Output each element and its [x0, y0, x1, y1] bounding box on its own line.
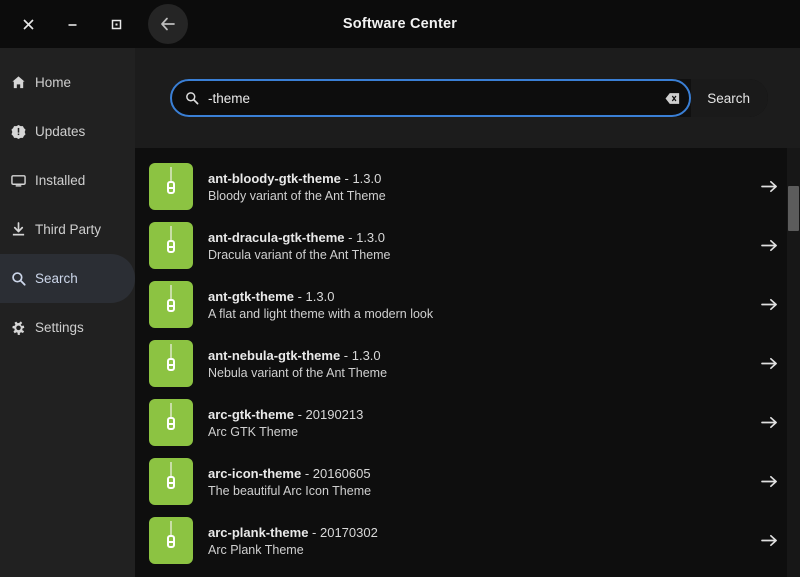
result-row[interactable]: ant-bloody-gtk-theme - 1.3.0 Bloody vari…	[135, 157, 784, 216]
window-body: Home Updates Installed Third Party Searc…	[0, 48, 800, 577]
sidebar-item-label: Home	[35, 75, 72, 90]
result-text: arc-plank-theme - 20170302 Arc Plank The…	[208, 525, 754, 557]
sidebar-item-label: Search	[35, 271, 78, 286]
updates-icon	[10, 124, 26, 140]
package-description: Nebula variant of the Ant Theme	[208, 365, 388, 380]
package-archive-icon	[149, 399, 193, 446]
result-row[interactable]: arc-icon-theme - 20160605 The beautiful …	[135, 452, 784, 511]
monitor-icon	[10, 173, 26, 189]
package-version: 20160605	[312, 465, 371, 481]
sidebar-item-label: Third Party	[35, 222, 102, 237]
sidebar-item-label: Updates	[35, 124, 86, 139]
scrollbar-thumb[interactable]	[788, 186, 799, 231]
window-controls	[0, 4, 188, 44]
package-version: 1.3.0	[351, 347, 381, 363]
minimize-icon[interactable]	[50, 4, 94, 44]
result-row[interactable]: arc-plank-theme - 20170302 Arc Plank The…	[135, 511, 784, 570]
home-icon	[10, 75, 26, 91]
package-archive-icon	[149, 517, 193, 564]
arrow-right-icon[interactable]	[754, 238, 784, 253]
result-row[interactable]: ant-nebula-gtk-theme - 1.3.0 Nebula vari…	[135, 334, 784, 393]
package-version: 1.3.0	[305, 288, 335, 304]
result-title: ant-gtk-theme - 1.3.0	[208, 288, 335, 304]
package-name: ant-nebula-gtk-theme	[208, 347, 341, 363]
arrow-right-icon[interactable]	[754, 179, 784, 194]
package-name: arc-icon-theme	[208, 465, 302, 481]
package-archive-icon	[149, 222, 193, 269]
arrow-right-icon[interactable]	[754, 356, 784, 371]
result-text: ant-dracula-gtk-theme - 1.3.0 Dracula va…	[208, 230, 754, 262]
sidebar-item-label: Installed	[35, 173, 86, 188]
package-name: ant-dracula-gtk-theme	[208, 229, 345, 245]
close-icon[interactable]	[6, 4, 50, 44]
package-version: 1.3.0	[356, 229, 386, 245]
sidebar-item-label: Settings	[35, 320, 84, 335]
package-archive-icon	[149, 163, 193, 210]
result-text: ant-bloody-gtk-theme - 1.3.0 Bloody vari…	[208, 171, 754, 203]
sidebar-item-settings[interactable]: Settings	[0, 303, 135, 352]
package-name: arc-gtk-theme	[208, 406, 294, 422]
search-icon	[10, 271, 26, 287]
package-name: ant-gtk-theme	[208, 288, 294, 304]
result-text: arc-gtk-theme - 20190213 Arc GTK Theme	[208, 407, 754, 439]
package-description: Dracula variant of the Ant Theme	[208, 247, 391, 262]
results-scrollbar[interactable]	[787, 148, 800, 577]
search-results-panel: ant-bloody-gtk-theme - 1.3.0 Bloody vari…	[135, 148, 800, 577]
download-icon	[10, 222, 26, 238]
package-name: ant-bloody-gtk-theme	[208, 170, 341, 186]
software-center-window: Software Center Home Updates Installed T…	[0, 0, 800, 577]
result-text: ant-nebula-gtk-theme - 1.3.0 Nebula vari…	[208, 348, 754, 380]
search-input[interactable]	[208, 90, 656, 106]
result-title: ant-bloody-gtk-theme - 1.3.0	[208, 170, 382, 186]
back-button[interactable]	[148, 4, 188, 44]
sidebar-item-installed[interactable]: Installed	[0, 156, 135, 205]
sidebar-item-home[interactable]: Home	[0, 58, 135, 107]
package-description: Arc GTK Theme	[208, 424, 299, 439]
maximize-icon[interactable]	[94, 4, 138, 44]
result-row[interactable]: arc-gtk-theme - 20190213 Arc GTK Theme	[135, 393, 784, 452]
sidebar-item-search[interactable]: Search	[0, 254, 135, 303]
package-archive-icon	[149, 340, 193, 387]
search-field[interactable]	[170, 79, 692, 117]
search-container: Search	[170, 79, 768, 117]
arrow-right-icon[interactable]	[754, 474, 784, 489]
package-archive-icon	[149, 458, 193, 505]
gear-icon	[10, 320, 26, 336]
package-description: Bloody variant of the Ant Theme	[208, 188, 386, 203]
search-button[interactable]: Search	[691, 79, 768, 117]
package-version: 20170302	[319, 524, 378, 540]
package-description: A flat and light theme with a modern loo…	[208, 306, 434, 321]
arrow-right-icon[interactable]	[754, 297, 784, 312]
search-icon	[185, 91, 199, 105]
package-description: The beautiful Arc Icon Theme	[208, 483, 372, 498]
arrow-right-icon[interactable]	[754, 415, 784, 430]
result-text: ant-gtk-theme - 1.3.0 A flat and light t…	[208, 289, 754, 321]
result-title: ant-dracula-gtk-theme - 1.3.0	[208, 229, 386, 245]
sidebar-item-updates[interactable]: Updates	[0, 107, 135, 156]
search-bar: Search	[135, 48, 800, 148]
search-results-list: ant-bloody-gtk-theme - 1.3.0 Bloody vari…	[135, 148, 800, 570]
package-version: 1.3.0	[352, 170, 382, 186]
package-version: 20190213	[305, 406, 364, 422]
result-title: ant-nebula-gtk-theme - 1.3.0	[208, 347, 381, 363]
main-content: Search ant-bloody-gtk-theme - 1.3.0	[135, 48, 800, 577]
result-row[interactable]: ant-gtk-theme - 1.3.0 A flat and light t…	[135, 275, 784, 334]
package-name: arc-plank-theme	[208, 524, 309, 540]
result-title: arc-gtk-theme - 20190213	[208, 406, 364, 422]
package-archive-icon	[149, 281, 193, 328]
package-description: Arc Plank Theme	[208, 542, 304, 557]
result-row[interactable]: ant-dracula-gtk-theme - 1.3.0 Dracula va…	[135, 216, 784, 275]
result-title: arc-icon-theme - 20160605	[208, 465, 371, 481]
result-text: arc-icon-theme - 20160605 The beautiful …	[208, 466, 754, 498]
result-title: arc-plank-theme - 20170302	[208, 524, 378, 540]
title-bar: Software Center	[0, 0, 800, 48]
arrow-right-icon[interactable]	[754, 533, 784, 548]
sidebar: Home Updates Installed Third Party Searc…	[0, 48, 135, 577]
clear-search-icon[interactable]	[664, 91, 680, 105]
sidebar-item-third-party[interactable]: Third Party	[0, 205, 135, 254]
